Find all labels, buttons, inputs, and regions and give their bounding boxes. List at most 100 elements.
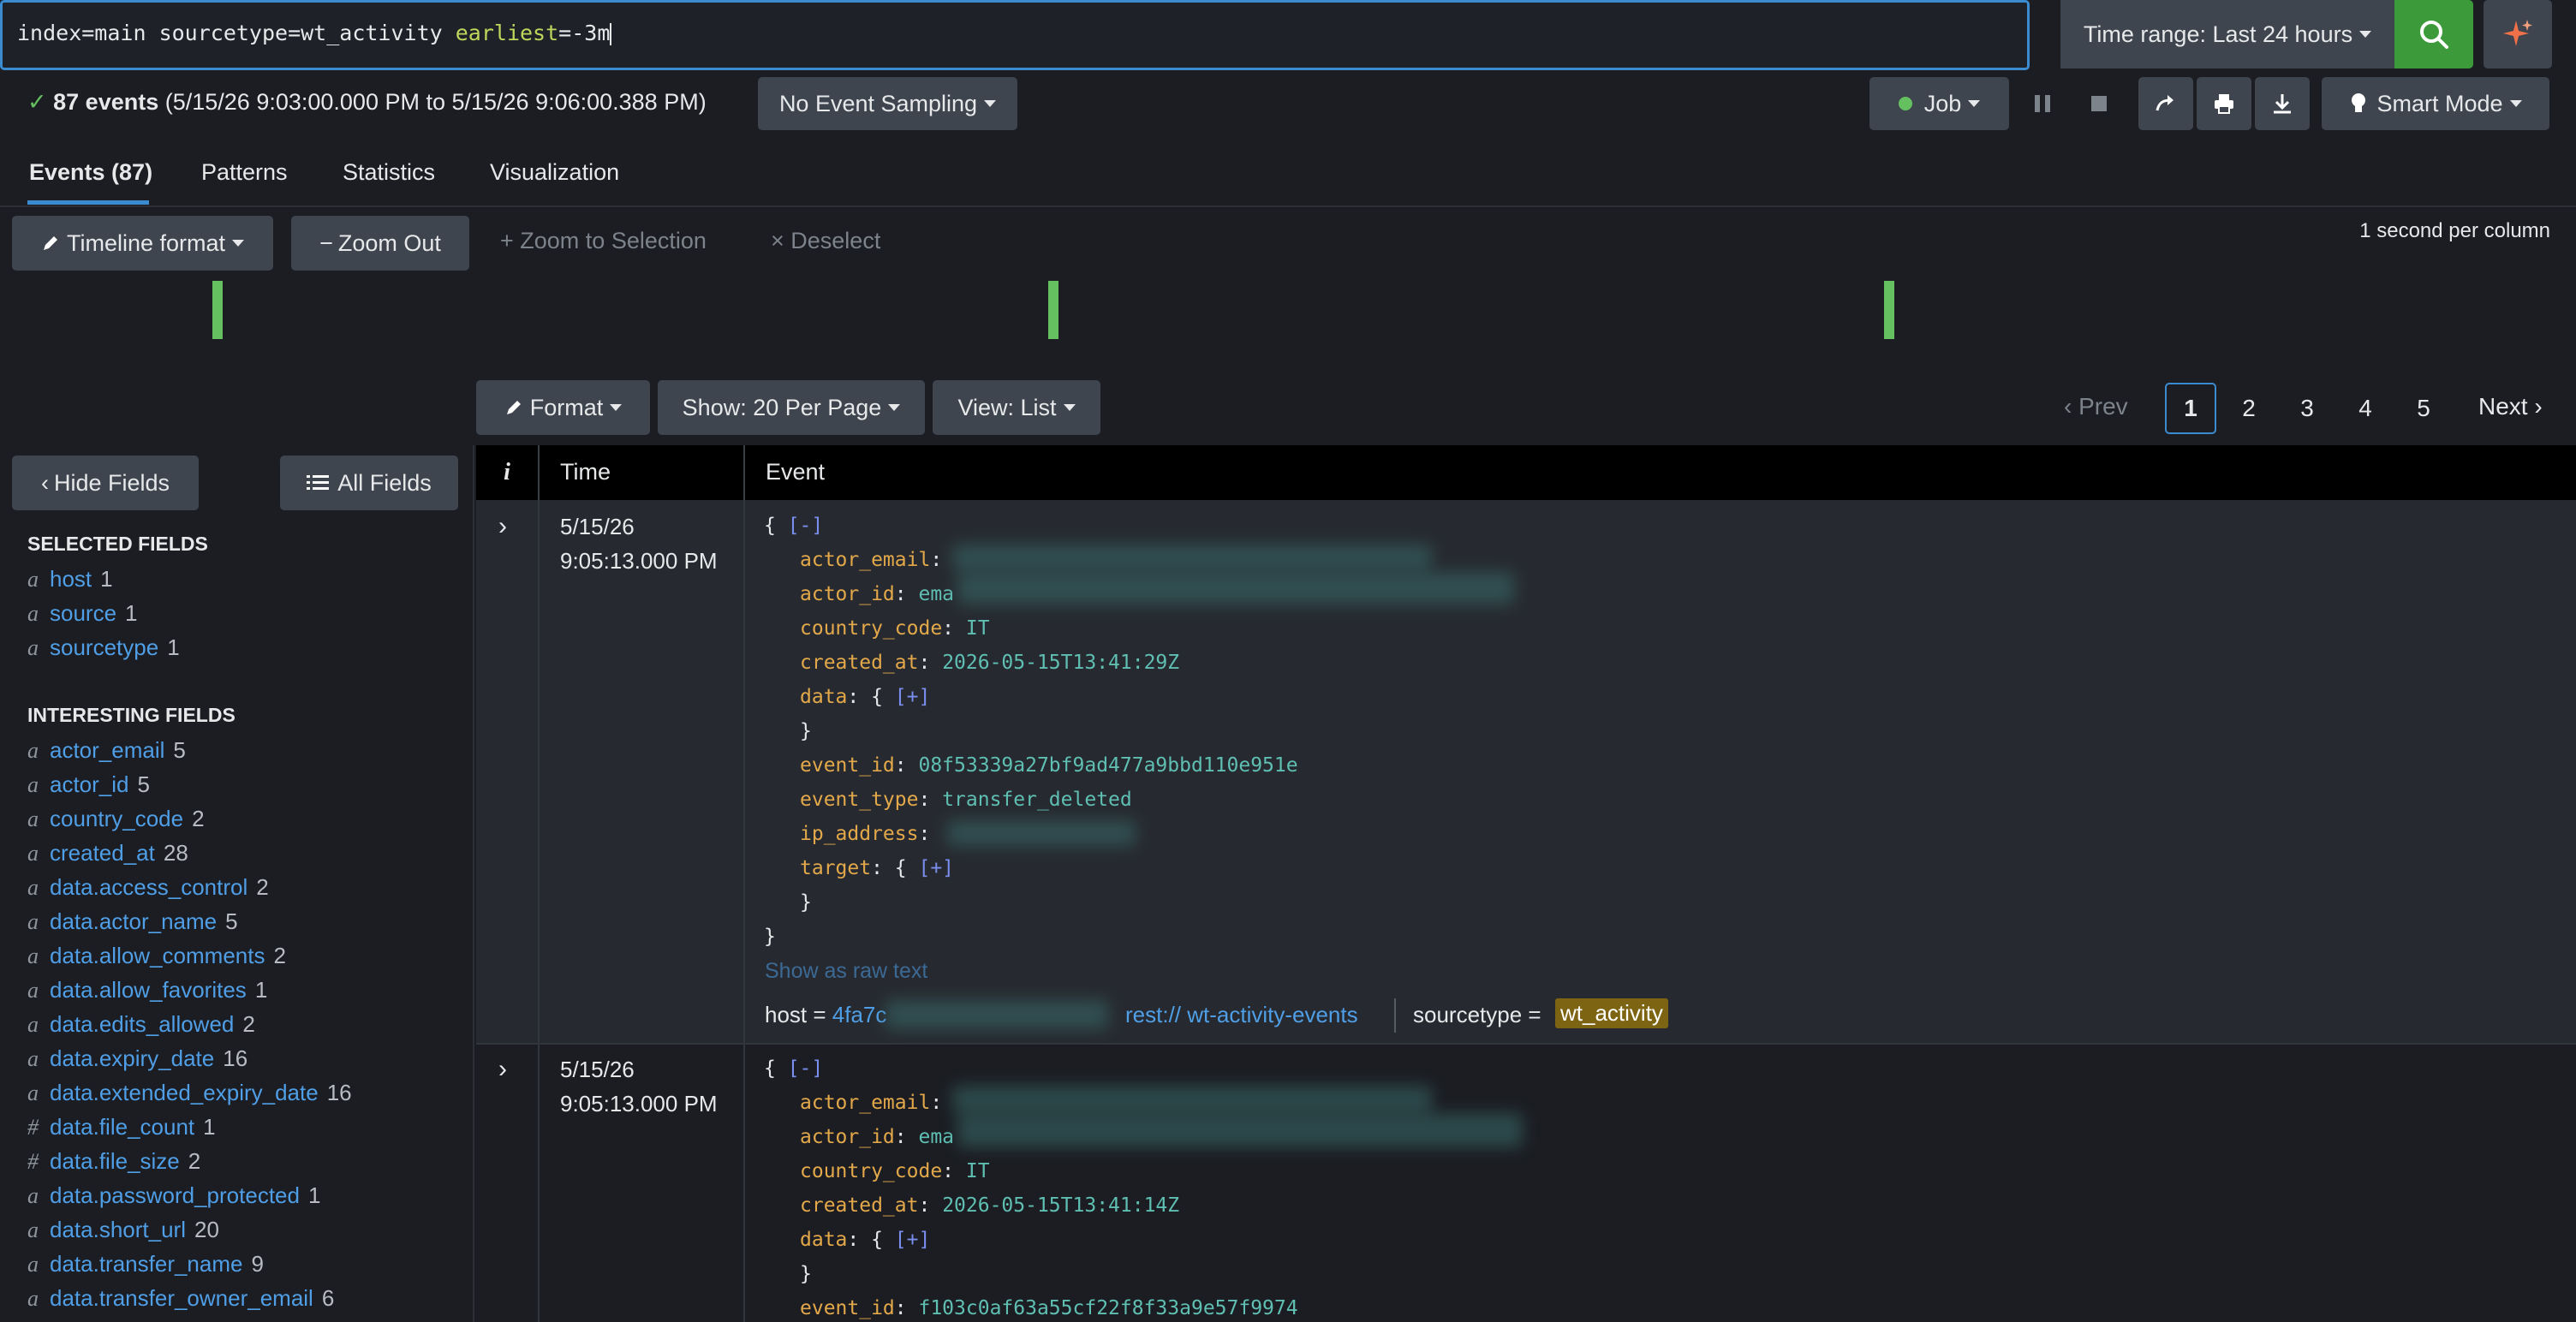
- export-button[interactable]: [2255, 77, 2310, 130]
- field-item[interactable]: # data.file_size 2: [27, 1148, 200, 1175]
- field-item[interactable]: a created_at 28: [27, 840, 188, 866]
- field-name[interactable]: source: [50, 600, 116, 626]
- source-value[interactable]: rest:// wt-activity-events: [1125, 1002, 1358, 1028]
- field-item[interactable]: a data.allow_favorites 1: [27, 977, 267, 1003]
- json-key[interactable]: actor_email: [800, 1092, 930, 1114]
- json-value[interactable]: 08f53339a27bf9ad477a9bbd110e951e: [918, 754, 1297, 777]
- field-name[interactable]: actor_email: [50, 737, 164, 763]
- event-sampling-dropdown[interactable]: No Event Sampling: [758, 77, 1017, 130]
- field-item[interactable]: a sourcetype 1: [27, 634, 180, 661]
- expand-row-chevron-icon[interactable]: ›: [498, 1055, 507, 1084]
- next-page-button[interactable]: Next ›: [2478, 393, 2543, 420]
- expand-toggle[interactable]: [+]: [918, 857, 954, 879]
- field-name[interactable]: data.transfer_name: [50, 1251, 242, 1277]
- field-name[interactable]: data.file_count: [50, 1114, 194, 1140]
- per-page-dropdown[interactable]: Show: 20 Per Page: [658, 380, 925, 435]
- field-item[interactable]: a actor_email 5: [27, 737, 186, 764]
- expand-toggle[interactable]: [+]: [895, 1229, 931, 1251]
- expand-toggle[interactable]: [+]: [895, 686, 931, 708]
- field-item[interactable]: a data.actor_name 5: [27, 908, 238, 935]
- page-1-button[interactable]: 1: [2165, 383, 2216, 434]
- deselect-button[interactable]: × Deselect: [771, 228, 880, 254]
- zoom-out-button[interactable]: − Zoom Out: [291, 216, 469, 271]
- field-name[interactable]: data.short_url: [50, 1217, 186, 1242]
- json-key[interactable]: country_code: [800, 1160, 942, 1182]
- field-item[interactable]: a country_code 2: [27, 806, 205, 832]
- field-name[interactable]: data.actor_name: [50, 908, 217, 934]
- json-value[interactable]: ema: [918, 583, 954, 605]
- field-name[interactable]: data.file_size: [50, 1148, 180, 1174]
- json-key[interactable]: data: [800, 686, 847, 708]
- timeline-bar[interactable]: [212, 281, 223, 339]
- collapse-toggle[interactable]: [-]: [788, 1057, 824, 1080]
- json-value[interactable]: f103c0af63a55cf22f8f33a9e57f9974: [918, 1297, 1297, 1319]
- show-raw-text-link[interactable]: Show as raw text: [765, 959, 927, 984]
- field-name[interactable]: data.extended_expiry_date: [50, 1080, 319, 1105]
- field-name[interactable]: actor_id: [50, 771, 129, 797]
- expand-row-chevron-icon[interactable]: ›: [498, 512, 507, 541]
- json-value[interactable]: transfer_deleted: [942, 789, 1132, 811]
- field-name[interactable]: country_code: [50, 806, 183, 831]
- field-name[interactable]: created_at: [50, 840, 155, 866]
- search-button[interactable]: [2394, 0, 2473, 68]
- tab-statistics[interactable]: Statistics: [343, 159, 435, 186]
- host-value[interactable]: 4fa7c: [832, 1002, 887, 1027]
- timeline-bar[interactable]: [1048, 281, 1058, 339]
- json-key[interactable]: created_at: [800, 1194, 918, 1217]
- field-name[interactable]: host: [50, 566, 92, 592]
- json-key[interactable]: data: [800, 1229, 847, 1251]
- field-name[interactable]: data.edits_allowed: [50, 1011, 234, 1037]
- field-name[interactable]: data.access_control: [50, 874, 247, 900]
- json-key[interactable]: target: [800, 857, 871, 879]
- tab-visualization[interactable]: Visualization: [490, 159, 619, 186]
- time-range-picker[interactable]: Time range: Last 24 hours: [2060, 0, 2394, 68]
- tab-events[interactable]: Events (87): [29, 159, 152, 186]
- field-item[interactable]: a source 1: [27, 600, 138, 627]
- page-4-button[interactable]: 4: [2340, 383, 2391, 434]
- field-item[interactable]: a data.access_control 2: [27, 874, 269, 901]
- field-item[interactable]: a data.transfer_owner_email 6: [27, 1285, 334, 1312]
- json-value[interactable]: IT: [966, 1160, 990, 1182]
- json-key[interactable]: ip_address: [800, 823, 918, 845]
- hide-fields-button[interactable]: ‹ Hide Fields: [12, 456, 199, 510]
- json-value[interactable]: ema: [918, 1126, 954, 1148]
- field-item[interactable]: a data.transfer_name 9: [27, 1251, 264, 1277]
- json-key[interactable]: actor_id: [800, 583, 895, 605]
- json-key[interactable]: event_type: [800, 789, 918, 811]
- page-5-button[interactable]: 5: [2398, 383, 2449, 434]
- collapse-toggle[interactable]: [-]: [788, 515, 824, 537]
- job-menu-button[interactable]: Job: [1869, 77, 2009, 130]
- search-input[interactable]: index=main sourcetype=wt_activity earlie…: [0, 0, 2030, 70]
- zoom-to-selection-button[interactable]: + Zoom to Selection: [500, 228, 707, 254]
- tab-patterns[interactable]: Patterns: [201, 159, 288, 186]
- time-column-header[interactable]: Time: [560, 459, 611, 485]
- json-value[interactable]: IT: [966, 617, 990, 640]
- sourcetype-value[interactable]: wt_activity: [1555, 998, 1668, 1028]
- json-key[interactable]: event_id: [800, 1297, 895, 1319]
- page-2-button[interactable]: 2: [2223, 383, 2275, 434]
- print-button[interactable]: [2197, 77, 2251, 130]
- field-item[interactable]: a data.extended_expiry_date 16: [27, 1080, 352, 1106]
- json-key[interactable]: actor_email: [800, 549, 930, 571]
- json-value[interactable]: 2026-05-15T13:41:29Z: [942, 652, 1179, 674]
- field-name[interactable]: data.allow_favorites: [50, 977, 247, 1003]
- json-key[interactable]: event_id: [800, 754, 895, 777]
- field-item[interactable]: a actor_id 5: [27, 771, 150, 798]
- all-fields-button[interactable]: All Fields: [280, 456, 458, 510]
- field-item[interactable]: # data.file_count 1: [27, 1114, 216, 1140]
- ai-assistant-button[interactable]: [2484, 0, 2552, 68]
- field-name[interactable]: data.allow_comments: [50, 943, 265, 968]
- field-item[interactable]: a host 1: [27, 566, 113, 593]
- field-item[interactable]: a data.expiry_date 16: [27, 1045, 247, 1072]
- format-dropdown[interactable]: Format: [476, 380, 650, 435]
- field-name[interactable]: data.expiry_date: [50, 1045, 214, 1071]
- share-button[interactable]: [2138, 77, 2193, 130]
- json-key[interactable]: created_at: [800, 652, 918, 674]
- prev-page-button[interactable]: ‹ Prev: [2064, 393, 2128, 420]
- field-item[interactable]: a data.edits_allowed 2: [27, 1011, 255, 1038]
- view-dropdown[interactable]: View: List: [933, 380, 1100, 435]
- field-name[interactable]: data.transfer_owner_email: [50, 1285, 313, 1311]
- field-item[interactable]: a data.allow_comments 2: [27, 943, 286, 969]
- page-3-button[interactable]: 3: [2281, 383, 2333, 434]
- json-value[interactable]: 2026-05-15T13:41:14Z: [942, 1194, 1179, 1217]
